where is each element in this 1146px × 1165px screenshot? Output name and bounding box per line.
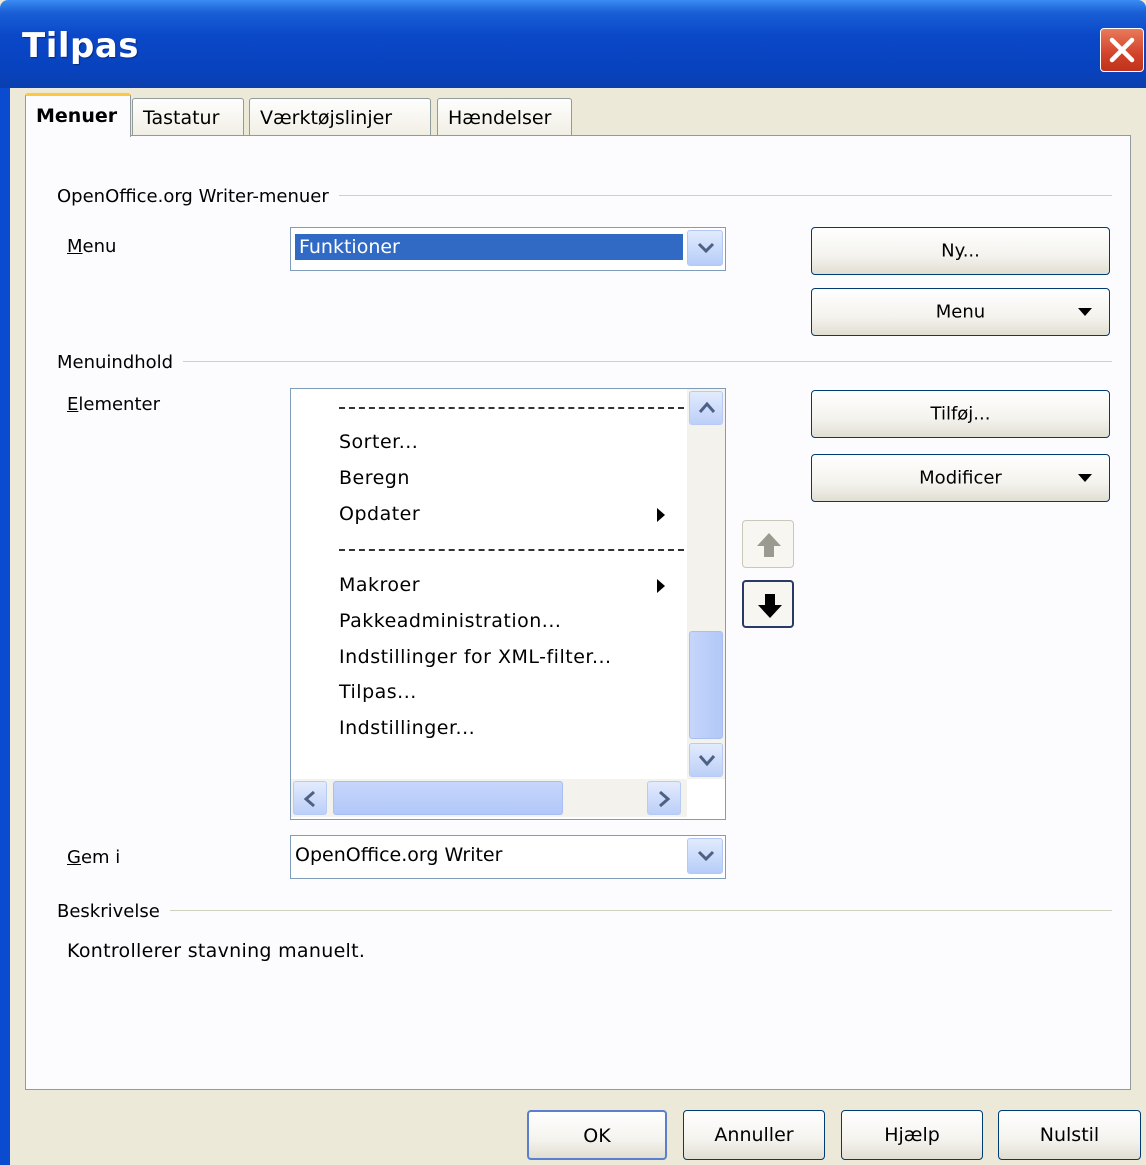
list-item[interactable]: Indstillinger...	[339, 717, 475, 739]
submenu-arrow-icon	[657, 508, 665, 522]
new-menu-button-label: Ny...	[941, 240, 980, 262]
horizontal-scrollbar[interactable]	[291, 779, 687, 817]
menu-select-value: Funktioner	[294, 233, 684, 261]
list-item[interactable]: Indstillinger for XML-filter...	[339, 646, 612, 668]
window-frame-left	[0, 88, 10, 1165]
tab-events[interactable]: Hændelser	[437, 98, 572, 135]
elements-label: Elementer	[67, 394, 160, 415]
tab-toolbars[interactable]: Værktøjslinjer	[249, 98, 431, 135]
list-item[interactable]: Makroer	[339, 574, 420, 596]
scroll-left-button[interactable]	[293, 781, 327, 815]
menu-options-button[interactable]: Menu	[811, 288, 1110, 336]
add-button-label: Tilføj...	[930, 403, 991, 425]
save-in-select-dropdown[interactable]	[687, 838, 723, 874]
tab-menus[interactable]: Menuer	[25, 93, 131, 137]
vertical-scroll-thumb[interactable]	[689, 631, 723, 739]
close-icon	[1109, 37, 1135, 63]
triangle-down-icon	[1078, 474, 1092, 482]
scroll-up-button[interactable]	[689, 391, 723, 425]
menus-group-heading: OpenOffice.org Writer-menuer	[57, 186, 339, 207]
move-up-button[interactable]	[742, 520, 794, 568]
window-title: Tilpas	[22, 26, 140, 66]
list-item[interactable]: Sorter...	[339, 431, 418, 453]
new-menu-button[interactable]: Ny...	[811, 227, 1110, 275]
tab-label: Menuer	[36, 105, 118, 127]
menu-items-list[interactable]: Sorter... Beregn Opdater Makroer Pakkead…	[290, 388, 726, 820]
content-group-heading: Menuindhold	[57, 352, 184, 373]
reset-button-label: Nulstil	[1039, 1124, 1100, 1146]
chevron-right-icon	[659, 790, 671, 808]
chevron-down-icon	[698, 755, 716, 767]
close-button[interactable]	[1100, 28, 1144, 72]
description-text: Kontrollerer stavning manuelt.	[67, 940, 366, 962]
scroll-right-button[interactable]	[647, 781, 681, 815]
chevron-down-icon	[697, 242, 715, 254]
arrow-down-icon	[758, 594, 782, 618]
save-in-select-value: OpenOffice.org Writer	[295, 844, 503, 866]
horizontal-scroll-thumb[interactable]	[333, 781, 563, 815]
modify-button-label: Modificer	[919, 467, 1002, 489]
title-bar[interactable]: Tilpas	[0, 0, 1146, 88]
reset-button[interactable]: Nulstil	[998, 1110, 1141, 1160]
ok-button[interactable]: OK	[527, 1110, 667, 1160]
list-item[interactable]: Beregn	[339, 467, 410, 489]
list-item[interactable]: Tilpas...	[339, 681, 417, 703]
cancel-button[interactable]: Annuller	[683, 1110, 825, 1160]
scroll-down-button[interactable]	[689, 743, 723, 777]
cancel-button-label: Annuller	[714, 1124, 794, 1146]
arrow-up-icon	[757, 533, 781, 557]
triangle-down-icon	[1078, 308, 1092, 316]
customize-dialog: Tilpas Menuer Tastatur Værktøjslinjer Hæ…	[0, 0, 1146, 1165]
list-separator[interactable]	[339, 407, 684, 409]
list-separator[interactable]	[339, 549, 684, 551]
ok-button-label: OK	[583, 1125, 611, 1147]
add-button[interactable]: Tilføj...	[811, 390, 1110, 438]
menu-select[interactable]: Funktioner	[290, 227, 726, 271]
group-divider	[60, 910, 1112, 911]
list-item[interactable]: Pakkeadministration...	[339, 610, 561, 632]
submenu-arrow-icon	[657, 579, 665, 593]
help-button[interactable]: Hjælp	[841, 1110, 983, 1160]
modify-button[interactable]: Modificer	[811, 454, 1110, 502]
tab-keyboard[interactable]: Tastatur	[132, 98, 244, 135]
menu-label: Menu	[67, 236, 117, 257]
description-heading: Beskrivelse	[57, 901, 170, 922]
vertical-scrollbar[interactable]	[687, 389, 725, 779]
tab-label: Hændelser	[448, 107, 552, 129]
chevron-down-icon	[697, 850, 715, 862]
move-down-button[interactable]	[742, 580, 794, 628]
tab-label: Tastatur	[143, 107, 220, 129]
chevron-up-icon	[698, 401, 716, 413]
menu-options-button-label: Menu	[935, 301, 986, 323]
help-button-label: Hjælp	[884, 1124, 940, 1146]
group-divider	[60, 361, 1112, 362]
tab-label: Værktøjslinjer	[260, 107, 393, 129]
save-in-label: Gem i	[67, 847, 121, 868]
list-item[interactable]: Opdater	[339, 503, 420, 525]
save-in-select[interactable]: OpenOffice.org Writer	[290, 835, 726, 879]
chevron-left-icon	[303, 790, 315, 808]
menu-select-dropdown[interactable]	[687, 230, 723, 266]
